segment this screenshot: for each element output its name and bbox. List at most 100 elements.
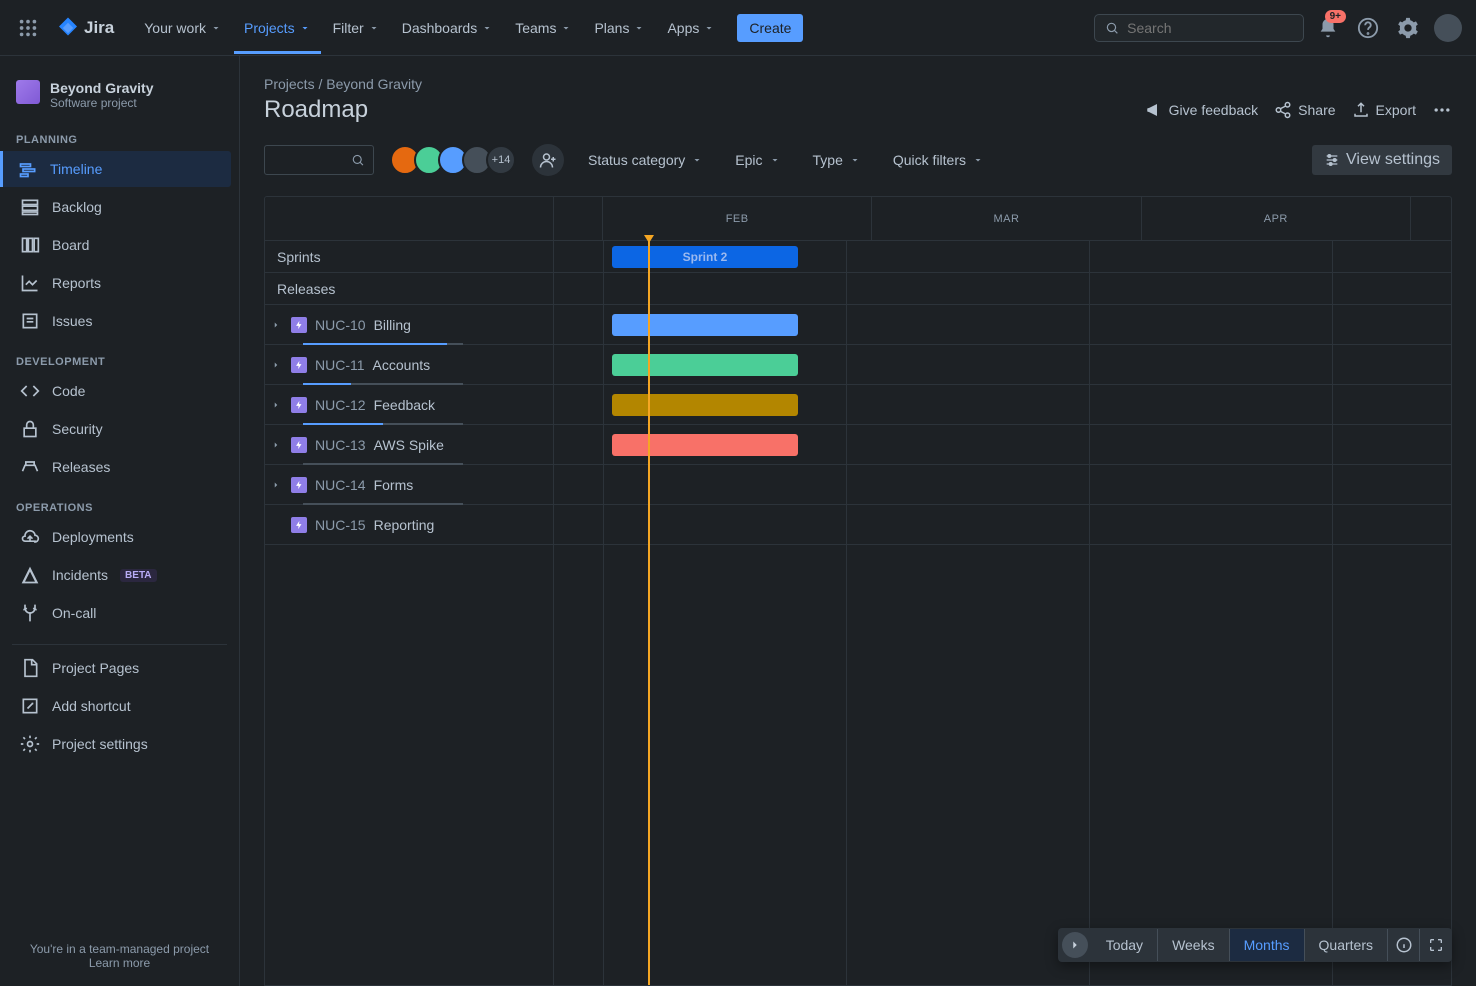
expand-icon[interactable] <box>271 397 283 413</box>
sidebar-project-settings[interactable]: Project settings <box>8 726 231 762</box>
nav-plans[interactable]: Plans <box>584 2 655 54</box>
view-settings-button[interactable]: View settings <box>1312 145 1452 175</box>
epic-bar[interactable] <box>612 314 798 336</box>
sidebar-backlog[interactable]: Backlog <box>8 189 231 225</box>
sidebar-project-pages[interactable]: Project Pages <box>8 650 231 686</box>
give-feedback-button[interactable]: Give feedback <box>1145 101 1259 119</box>
sidebar-timeline[interactable]: Timeline <box>0 151 231 187</box>
quarters-button[interactable]: Quarters <box>1305 929 1388 961</box>
scroll-next-button[interactable] <box>1062 932 1088 958</box>
breadcrumb: Projects / Beyond Gravity <box>264 76 1452 92</box>
fullscreen-button[interactable] <box>1420 929 1452 961</box>
nav-dashboards[interactable]: Dashboards <box>392 2 504 54</box>
breadcrumb-projects[interactable]: Projects <box>264 76 315 92</box>
avatar-overflow[interactable]: +14 <box>486 145 516 175</box>
gear-icon <box>20 734 40 754</box>
epic-type-icon <box>291 317 307 333</box>
notifications-icon[interactable]: 9+ <box>1312 12 1344 44</box>
megaphone-icon <box>1145 101 1163 119</box>
epic-type-icon <box>291 357 307 373</box>
global-search[interactable] <box>1094 14 1304 42</box>
section-development: DEVELOPMENT <box>0 340 239 372</box>
epic-row[interactable]: NUC-15Reporting <box>265 505 553 545</box>
project-type: Software project <box>50 96 153 110</box>
today-button[interactable]: Today <box>1092 929 1158 961</box>
nav-apps[interactable]: Apps <box>657 2 725 54</box>
legend-button[interactable] <box>1388 929 1420 961</box>
assignee-avatars[interactable]: +14 <box>390 145 516 175</box>
months-button[interactable]: Months <box>1230 929 1305 961</box>
export-button[interactable]: Export <box>1352 101 1416 119</box>
search-input[interactable] <box>1127 20 1293 36</box>
search-icon <box>1105 20 1119 36</box>
app-switcher-icon[interactable] <box>12 12 44 44</box>
project-name: Beyond Gravity <box>50 80 153 96</box>
sidebar-deployments[interactable]: Deployments <box>8 519 231 555</box>
help-icon[interactable] <box>1352 12 1384 44</box>
footer-learn-more[interactable]: Learn more <box>16 956 223 970</box>
weeks-button[interactable]: Weeks <box>1158 929 1230 961</box>
sprint-bar[interactable]: Sprint 2 <box>612 246 798 268</box>
nav-filter[interactable]: Filter <box>323 2 390 54</box>
epic-bar-row <box>554 425 1451 465</box>
epic-bar[interactable] <box>612 394 798 416</box>
epic-type-icon <box>291 397 307 413</box>
sprints-row-label: Sprints <box>265 241 553 273</box>
epic-row[interactable]: NUC-14Forms <box>265 465 553 505</box>
epic-bar[interactable] <box>612 434 798 456</box>
expand-icon[interactable] <box>271 477 283 493</box>
epic-filter[interactable]: Epic <box>727 146 788 174</box>
profile-avatar[interactable] <box>1432 12 1464 44</box>
sidebar-board[interactable]: Board <box>8 227 231 263</box>
page-icon <box>20 658 40 678</box>
sidebar-add-shortcut[interactable]: Add shortcut <box>8 688 231 724</box>
backlog-icon <box>20 197 40 217</box>
issue-summary: Forms <box>374 477 414 493</box>
board-icon <box>20 235 40 255</box>
export-icon <box>1352 101 1370 119</box>
jira-logo[interactable]: Jira <box>48 16 122 40</box>
sidebar-oncall[interactable]: On-call <box>8 595 231 631</box>
sidebar-security[interactable]: Security <box>8 411 231 447</box>
expand-icon[interactable] <box>271 437 283 453</box>
add-person-button[interactable] <box>532 144 564 176</box>
settings-icon[interactable] <box>1392 12 1424 44</box>
timeline-controls: Today Weeks Months Quarters <box>1058 928 1452 962</box>
search-icon <box>351 152 365 168</box>
epic-row[interactable]: NUC-11Accounts <box>265 345 553 385</box>
expand-icon[interactable] <box>271 317 283 333</box>
status-category-filter[interactable]: Status category <box>580 146 711 174</box>
lock-icon <box>20 419 40 439</box>
sidebar-releases[interactable]: Releases <box>8 449 231 485</box>
quick-filters[interactable]: Quick filters <box>885 146 992 174</box>
month-header: APR <box>1142 197 1411 241</box>
epic-row[interactable]: NUC-10Billing <box>265 305 553 345</box>
type-filter[interactable]: Type <box>805 146 869 174</box>
expand-icon[interactable] <box>271 357 283 373</box>
create-button[interactable]: Create <box>737 14 803 42</box>
sidebar-issues[interactable]: Issues <box>8 303 231 339</box>
issue-key: NUC-15 <box>315 517 366 533</box>
nav-teams[interactable]: Teams <box>505 2 582 54</box>
sidebar-code[interactable]: Code <box>8 373 231 409</box>
epic-row[interactable]: NUC-13AWS Spike <box>265 425 553 465</box>
breadcrumb-current[interactable]: Beyond Gravity <box>326 76 422 92</box>
sidebar-reports[interactable]: Reports <box>8 265 231 301</box>
sidebar-incidents[interactable]: IncidentsBETA <box>8 557 231 593</box>
top-navigation: Jira Your work Projects Filter Dashboard… <box>0 0 1476 56</box>
project-header[interactable]: Beyond Gravity Software project <box>0 72 239 118</box>
nav-projects[interactable]: Projects <box>234 2 321 54</box>
more-actions-button[interactable] <box>1432 100 1452 120</box>
share-button[interactable]: Share <box>1274 101 1335 119</box>
timeline-search-input[interactable] <box>273 153 351 168</box>
project-icon <box>16 80 40 104</box>
epic-bar-row <box>554 385 1451 425</box>
nav-your-work[interactable]: Your work <box>134 2 232 54</box>
cloud-up-icon <box>20 527 40 547</box>
timeline-icon <box>18 159 38 179</box>
brand-name: Jira <box>84 18 114 38</box>
epic-row[interactable]: NUC-12Feedback <box>265 385 553 425</box>
epic-bar[interactable] <box>612 354 798 376</box>
issue-key: NUC-10 <box>315 317 366 333</box>
timeline-search[interactable] <box>264 145 374 175</box>
